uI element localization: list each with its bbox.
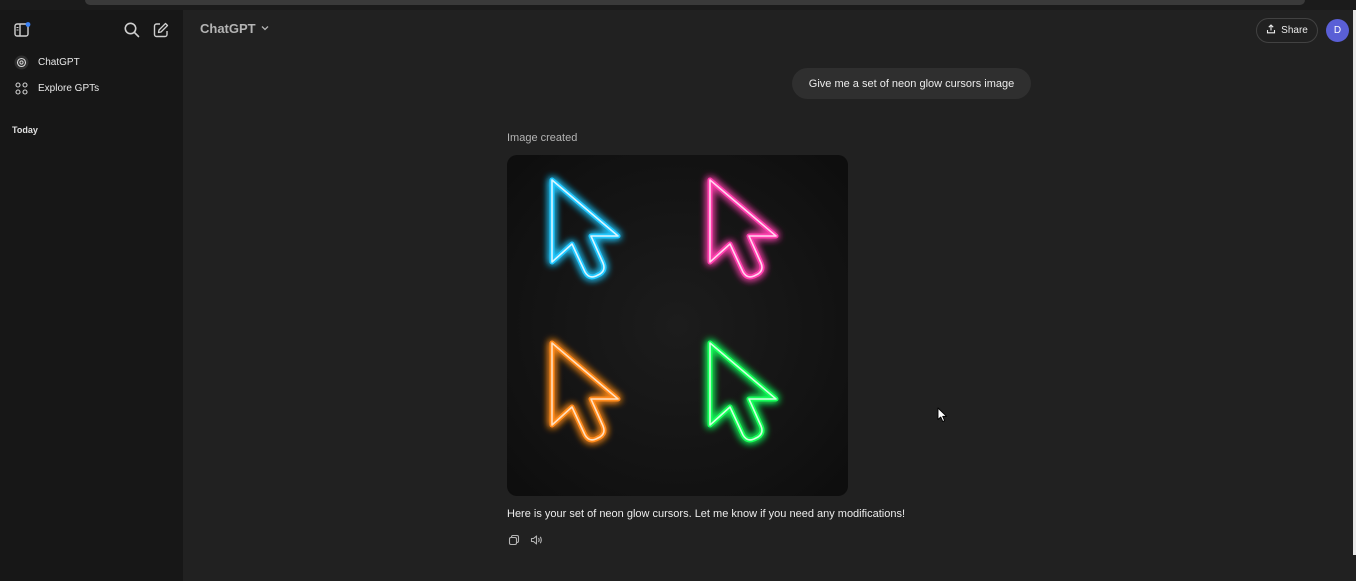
model-label: ChatGPT	[200, 21, 256, 36]
generated-image[interactable]	[507, 155, 848, 496]
share-label: Share	[1281, 25, 1308, 36]
sidebar-item-label: Explore GPTs	[38, 82, 100, 94]
browser-top-bar	[85, 0, 1305, 5]
grid-icon	[14, 81, 29, 96]
search-icon[interactable]	[119, 17, 145, 43]
openai-logo-icon	[14, 55, 29, 70]
model-selector[interactable]: ChatGPT	[200, 21, 270, 36]
neon-cursor-pink	[710, 180, 776, 277]
mouse-pointer-icon	[937, 407, 949, 428]
sidebar-item-explore-gpts[interactable]: Explore GPTs	[8, 76, 175, 100]
sidebar-toolbar	[0, 10, 183, 50]
history-section-title: Today	[12, 125, 38, 135]
neon-cursor-orange	[552, 343, 618, 440]
window-top-edge	[0, 0, 1356, 10]
sidebar: ChatGPT Explore GPTs Today	[0, 10, 183, 581]
sidebar-item-chatgpt[interactable]: ChatGPT	[8, 50, 175, 74]
image-created-label: Image created	[507, 132, 578, 144]
read-aloud-icon[interactable]	[529, 533, 543, 547]
neon-cursor-blue	[552, 180, 618, 277]
chevron-down-icon	[260, 21, 270, 36]
neon-cursor-green	[710, 343, 776, 440]
share-icon	[1266, 24, 1276, 37]
user-message-bubble: Give me a set of neon glow cursors image	[792, 68, 1031, 99]
sidebar-item-label: ChatGPT	[38, 56, 80, 68]
assistant-reply: Here is your set of neon glow cursors. L…	[507, 508, 906, 520]
user-message-text: Give me a set of neon glow cursors image	[808, 77, 1015, 90]
message-actions	[507, 533, 543, 547]
copy-icon[interactable]	[507, 533, 521, 547]
toggle-sidebar-icon[interactable]	[9, 17, 35, 43]
new-chat-icon[interactable]	[148, 17, 174, 43]
share-button[interactable]: Share	[1256, 18, 1318, 43]
avatar[interactable]: D	[1326, 19, 1349, 42]
main-panel: ChatGPT Share D Give me a set of neon gl…	[183, 10, 1356, 581]
